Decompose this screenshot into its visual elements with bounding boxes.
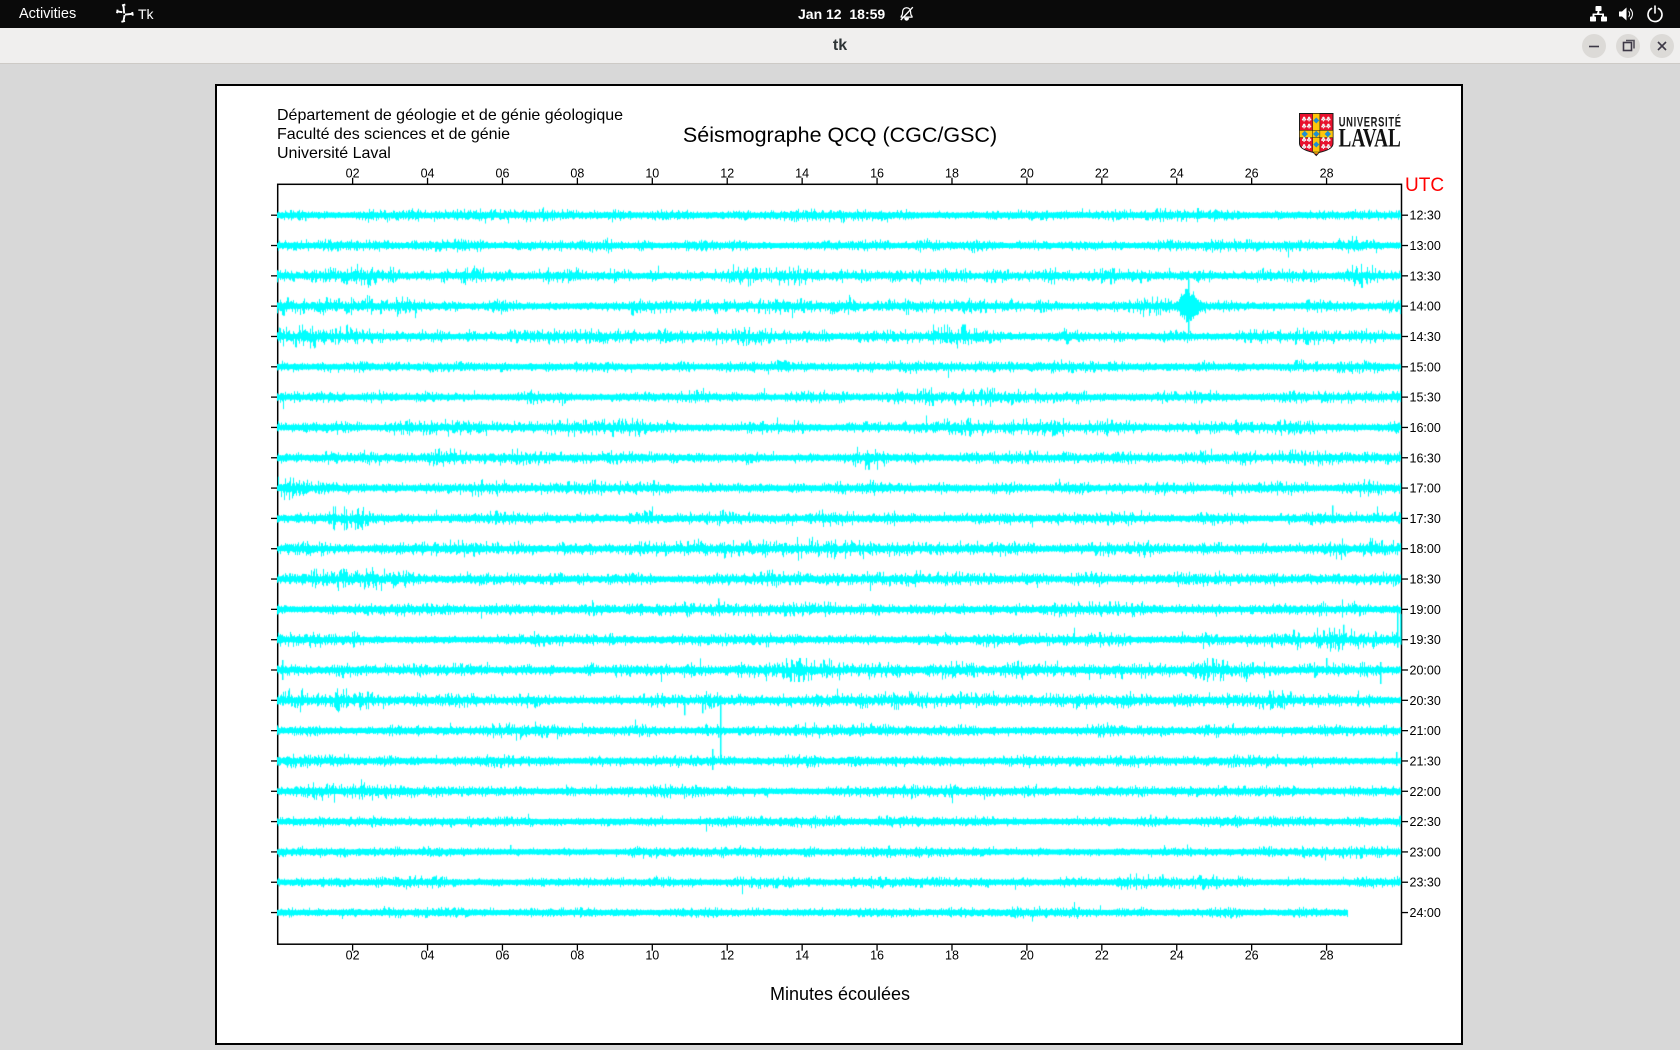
svg-text:LAVAL: LAVAL	[1339, 124, 1401, 152]
